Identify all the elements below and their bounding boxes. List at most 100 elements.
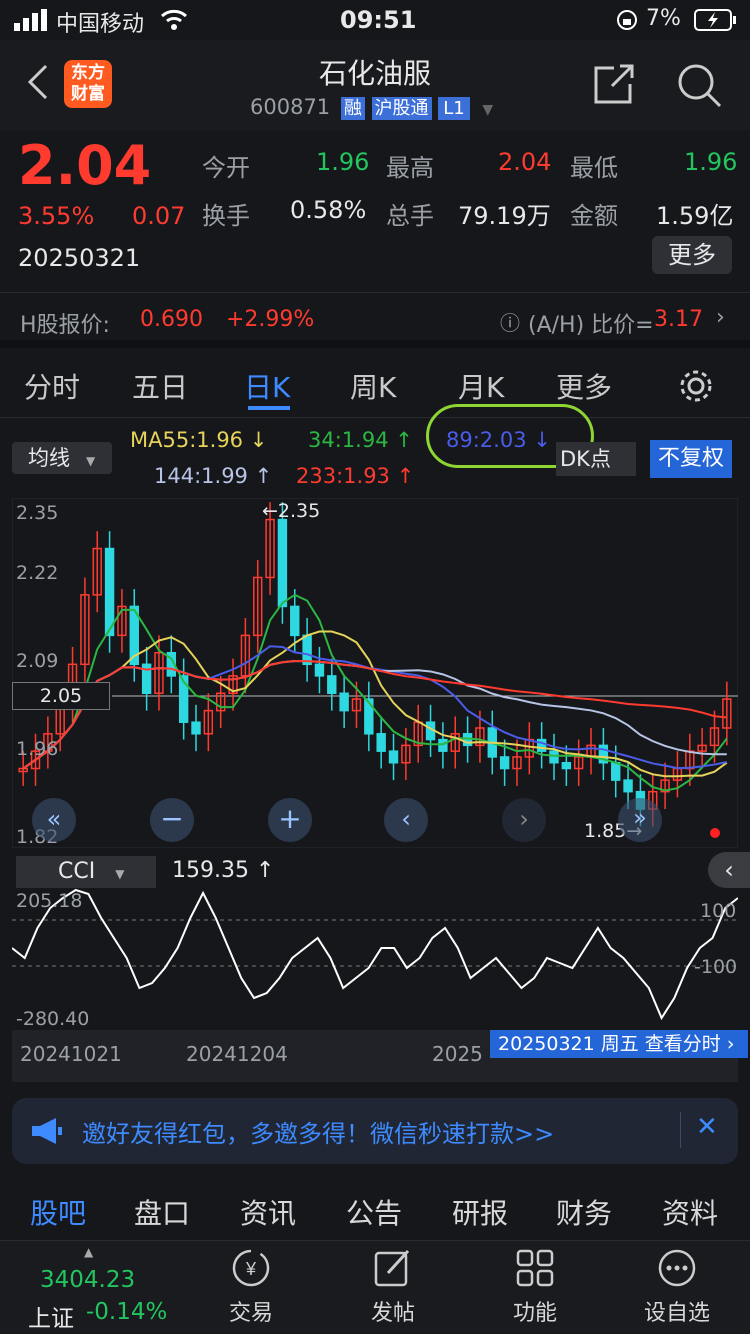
candle — [549, 750, 559, 764]
low-value: 1.96 — [684, 148, 738, 176]
help-icon[interactable]: ⓘ — [500, 307, 520, 336]
grid-icon — [516, 1249, 554, 1287]
index-ticker[interactable]: ▲ 3404.23 上证 -0.14% — [28, 1245, 198, 1332]
dock-label: 功能 — [512, 1301, 557, 1326]
dropdown-icon[interactable]: ▼ — [482, 102, 493, 118]
divider — [680, 1112, 681, 1148]
indicator-selector[interactable]: CCI ▼ — [16, 856, 156, 888]
ma233-value: 233:1.93 ↑ — [296, 464, 415, 488]
dock-watchlist[interactable]: 设自选 — [632, 1247, 722, 1327]
h-share-price: 0.690 — [140, 307, 203, 332]
index-name: 上证 — [28, 1306, 74, 1332]
collapse-icon[interactable]: ‹ — [708, 852, 750, 888]
tab-news[interactable]: 资讯 — [240, 1192, 296, 1232]
open-value: 1.96 — [316, 148, 370, 176]
date-label: 2025 — [432, 1042, 483, 1066]
high-marker-value: 2.35 — [277, 500, 321, 522]
candle — [561, 761, 572, 770]
h-share-percent: +2.99% — [226, 307, 315, 332]
clock: 09:51 — [340, 6, 417, 34]
ah-ratio-label: (A/H) 比价= — [528, 313, 654, 338]
stock-code: 600871 — [250, 95, 331, 119]
date-label: 20241021 — [20, 1042, 122, 1066]
badge-hk-connect: 沪股通 — [371, 97, 432, 120]
open-label: 今开 — [202, 154, 250, 182]
dock-trade[interactable]: ¥ 交易 — [206, 1247, 296, 1327]
indicator-name: CCI — [58, 859, 96, 884]
battery-icon — [694, 9, 738, 37]
dock-functions[interactable]: 功能 — [490, 1247, 580, 1327]
dock-label: 发帖 — [370, 1301, 415, 1326]
trade-icon: ¥ — [232, 1249, 270, 1287]
dock-post[interactable]: 发帖 — [348, 1247, 438, 1327]
zoom-out-button[interactable]: − — [150, 798, 194, 842]
dropdown-icon: ▼ — [86, 454, 96, 468]
candle — [104, 547, 115, 637]
cci-line-svg — [12, 888, 738, 1021]
ma-selector[interactable]: 均线 ▼ — [12, 442, 112, 474]
forward-button[interactable]: » — [618, 798, 662, 842]
candle — [388, 750, 399, 764]
ma144-line — [22, 660, 727, 770]
kline-chart[interactable]: 2.35 2.22 2.09 1.96 1.82 2.05 ←2.35 1.85… — [11, 497, 739, 849]
tab-announcements[interactable]: 公告 — [346, 1192, 402, 1232]
ma-legend: 均线 ▼ MA55:1.96 ↓ 34:1.94 ↑ 89:2.03 ↓ 144:… — [0, 404, 750, 498]
next-button[interactable]: › — [502, 798, 546, 842]
tab-orderbook[interactable]: 盘口 — [134, 1192, 190, 1232]
active-tab-indicator — [248, 406, 290, 410]
tab-forum[interactable]: 股吧 — [30, 1192, 86, 1232]
search-icon[interactable] — [676, 62, 722, 112]
page-title: 石化油服 — [318, 57, 431, 90]
cci-pos: 100 — [700, 900, 737, 922]
amount-label: 金额 — [570, 202, 618, 230]
tab-daily-k[interactable]: 日K — [244, 366, 290, 406]
tab-monthly-k[interactable]: 月K — [458, 366, 504, 406]
date-label: 20241204 — [186, 1042, 288, 1066]
share-icon[interactable] — [592, 62, 636, 110]
tab-weekly-k[interactable]: 周K — [350, 366, 396, 406]
date-axis: 20241021 20241204 2025 20250321 周五 查看分时 … — [12, 1030, 748, 1082]
candle — [611, 761, 621, 781]
candle — [302, 634, 312, 666]
battery-text: 7% — [646, 6, 681, 31]
prev-button[interactable]: ‹ — [384, 798, 428, 842]
badge-margin: 融 — [340, 97, 365, 120]
y-tick: 2.35 — [16, 502, 59, 524]
ma144-value: 144:1.99 ↑ — [154, 464, 273, 488]
tab-more[interactable]: 更多 — [556, 366, 612, 406]
lock-rotation-icon — [616, 9, 638, 37]
stock-header: 东方 财富 石化油服 600871 融 沪股通 L1 ▼ — [0, 40, 750, 130]
tab-timeshare[interactable]: 分时 — [24, 366, 80, 406]
last-price: 2.04 — [18, 134, 152, 197]
h-share-row[interactable]: H股报价: 0.690 +2.99% ⓘ (A/H) 比价= 3.17 › — [0, 292, 750, 348]
y-tick: 2.09 — [16, 650, 59, 672]
promo-banner[interactable]: 邀好友得红包，多邀多得！微信秒速打款>> ✕ — [12, 1098, 738, 1164]
dk-point-toggle[interactable]: DK点 — [556, 442, 636, 476]
ma233-line — [22, 660, 727, 770]
stock-meta: 600871 融 沪股通 L1 ▼ — [250, 94, 493, 122]
adjust-button[interactable]: 不复权 — [650, 440, 732, 478]
settings-icon[interactable] — [678, 368, 714, 408]
zoom-in-button[interactable]: + — [268, 798, 312, 842]
kline-svg — [11, 497, 739, 849]
rewind-button[interactable]: « — [32, 798, 76, 842]
more-button[interactable]: 更多 — [652, 236, 732, 274]
quote-panel: 2.04 3.55% 0.07 20250321 今开 1.96 最高 2.04… — [0, 130, 750, 292]
tooltip-text: 20250321 周五 查看分时 — [498, 1033, 721, 1055]
tab-profile[interactable]: 资料 — [662, 1192, 718, 1232]
tab-finance[interactable]: 财务 — [556, 1192, 612, 1232]
candle — [191, 721, 201, 735]
close-icon[interactable]: ✕ — [696, 1112, 718, 1142]
tab-five-day[interactable]: 五日 — [132, 366, 188, 406]
dock-label: 设自选 — [643, 1301, 710, 1326]
ma34-line — [22, 593, 728, 792]
ma-selector-label: 均线 — [28, 446, 70, 470]
high-value: 2.04 — [498, 148, 552, 176]
low-label: 最低 — [570, 154, 618, 182]
tab-research[interactable]: 研报 — [452, 1192, 508, 1232]
chevron-up-icon: ▲ — [84, 1245, 94, 1259]
view-timeshare-tooltip[interactable]: 20250321 周五 查看分时 › — [490, 1030, 748, 1058]
candle — [364, 698, 374, 735]
index-value: 3404.23 — [40, 1267, 136, 1293]
ma34-value: 34:1.94 ↑ — [308, 428, 413, 452]
